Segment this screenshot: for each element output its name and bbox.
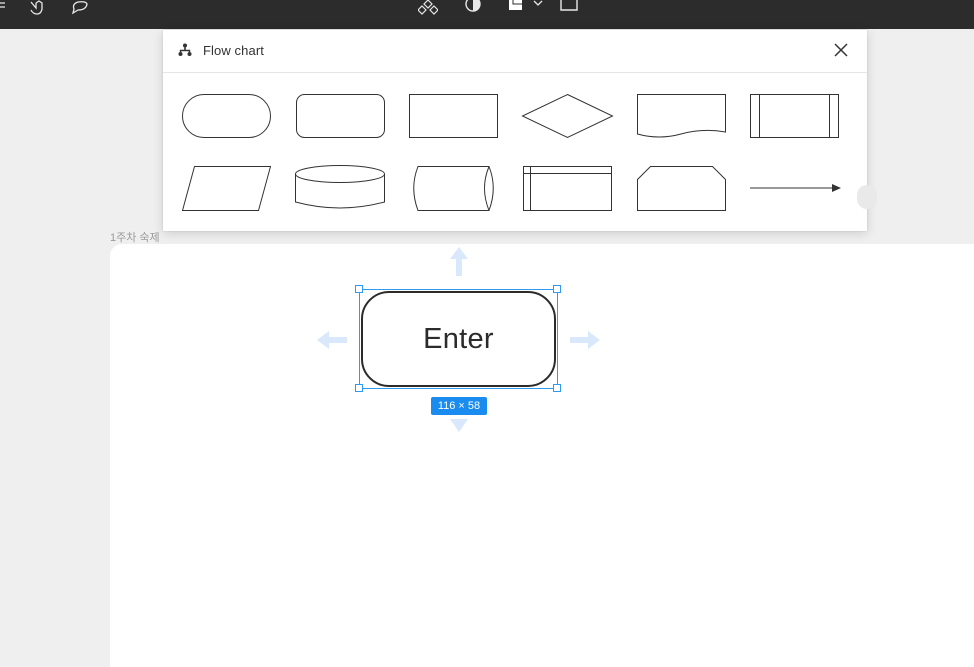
internal-storage-shape[interactable] xyxy=(523,166,613,211)
flowchart-panel: Flow chart xyxy=(163,30,877,231)
node-label[interactable]: Enter xyxy=(423,323,494,356)
arrow-connector-shape[interactable] xyxy=(750,180,842,196)
predefined-process-shape[interactable] xyxy=(750,94,840,139)
panel-title: Flow chart xyxy=(203,43,264,58)
diamond-shape[interactable] xyxy=(521,93,614,139)
hand-icon[interactable] xyxy=(27,0,47,16)
top-toolbar xyxy=(0,0,974,29)
database-shape[interactable] xyxy=(295,165,386,211)
chevron-down-icon[interactable] xyxy=(533,0,543,16)
shape-icon[interactable] xyxy=(508,0,528,16)
manual-operation-shape[interactable] xyxy=(637,166,727,211)
parallelogram-shape[interactable] xyxy=(181,166,272,211)
document-shape[interactable] xyxy=(637,94,727,139)
add-right-arrow[interactable] xyxy=(569,330,601,350)
rounded-rectangle-shape[interactable] xyxy=(296,94,386,139)
pen-icon[interactable] xyxy=(0,0,6,16)
comment-icon[interactable] xyxy=(70,0,90,16)
frame-label[interactable]: 1주차 숙제 xyxy=(110,229,160,245)
close-icon[interactable] xyxy=(834,43,848,62)
frame-icon[interactable] xyxy=(560,0,580,16)
add-up-arrow[interactable] xyxy=(449,246,469,277)
contrast-icon[interactable] xyxy=(464,0,482,16)
resize-handle-bottom-left[interactable] xyxy=(355,384,363,392)
flowchart-node-enter[interactable]: Enter xyxy=(361,291,556,387)
terminator-shape[interactable] xyxy=(182,94,272,139)
cylinder-shape[interactable] xyxy=(409,166,499,211)
resize-handle-top-right[interactable] xyxy=(553,285,561,293)
resize-handle-top-left[interactable] xyxy=(355,285,363,293)
panel-scroll-handle[interactable] xyxy=(857,185,877,209)
size-badge: 116 × 58 xyxy=(431,397,487,415)
add-left-arrow[interactable] xyxy=(316,330,348,350)
rectangle-shape[interactable] xyxy=(409,94,499,139)
panel-header: Flow chart xyxy=(163,30,867,73)
component-icon[interactable] xyxy=(418,0,438,16)
resize-handle-bottom-right[interactable] xyxy=(553,384,561,392)
add-down-arrow[interactable] xyxy=(449,414,469,434)
flowchart-icon xyxy=(178,43,192,62)
